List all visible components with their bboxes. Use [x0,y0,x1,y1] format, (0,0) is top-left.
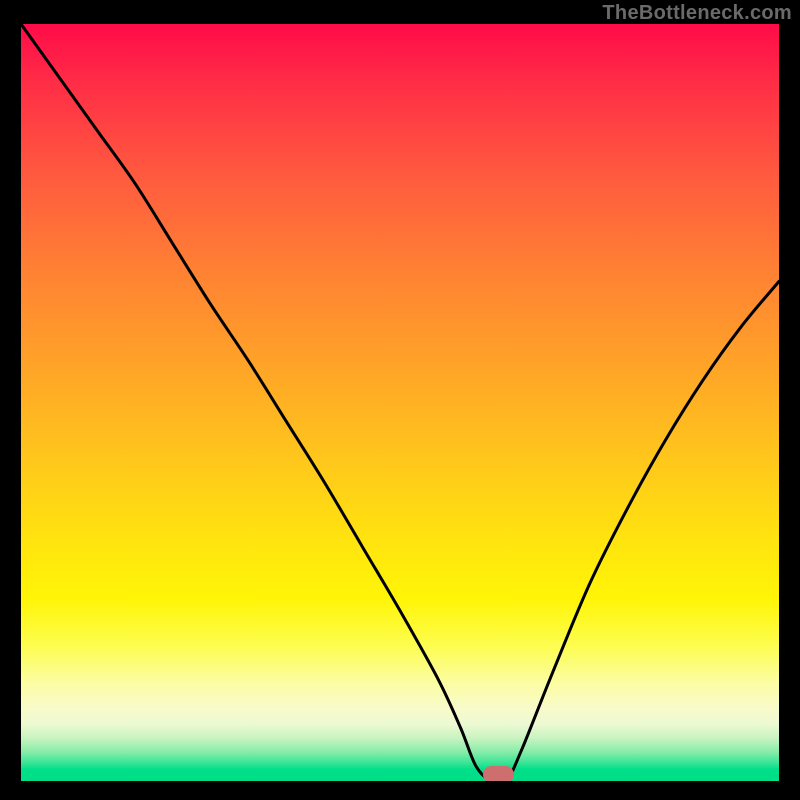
curve-svg [21,24,779,781]
watermark-text: TheBottleneck.com [602,2,792,25]
bottleneck-curve [21,24,779,781]
chart-frame: TheBottleneck.com [0,0,800,800]
bottleneck-marker [483,766,513,781]
plot-area [21,24,779,781]
